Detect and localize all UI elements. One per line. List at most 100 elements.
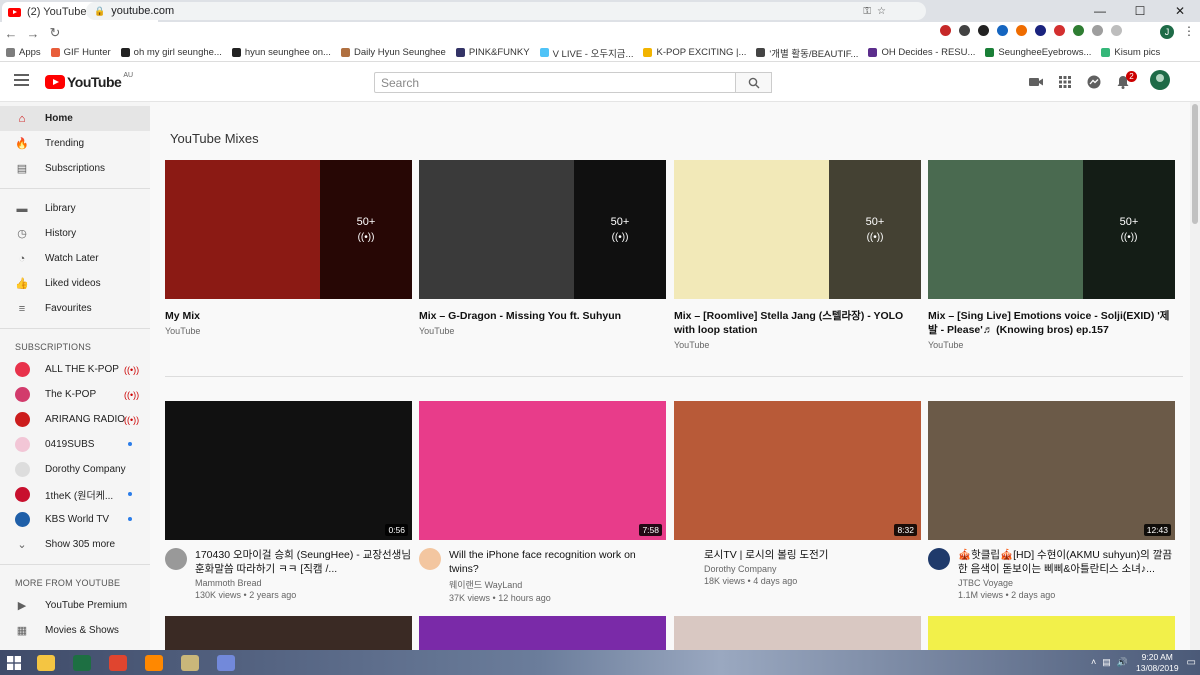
extension-icon[interactable] [1092,25,1103,36]
hamburger-menu-icon[interactable] [14,74,29,86]
video-card[interactable]: 8:32 로시TV | 로시의 볼링 도전기 Dorothy Company 18K … [674,401,921,586]
mix-card[interactable]: 50+ ((•)) My Mix YouTube [165,160,412,336]
video-channel[interactable]: Dorothy Company [704,564,921,574]
page-scrollbar[interactable] [1190,102,1200,650]
mix-title[interactable]: Mix – G-Dragon - Missing You ft. Suhyun [419,309,666,323]
show-more-button[interactable]: ⌄ Show 305 more [0,532,150,557]
notifications-center-icon[interactable]: ▭ [1187,657,1196,668]
video-title[interactable]: Will the iPhone face recognition work on… [449,548,666,576]
extension-icon[interactable] [1016,25,1027,36]
channel-avatar[interactable] [165,548,187,570]
subscription-channel[interactable]: ALL THE K-POP ((•)) [0,357,150,382]
search-input[interactable] [374,72,736,93]
address-bar[interactable]: 🔒 youtube.com ⚿ ☆ [86,2,926,20]
extension-icon[interactable] [997,25,1008,36]
mix-title[interactable]: Mix – [Roomlive] Stella Jang (스텔라장) - YO… [674,309,921,337]
sidebar-item-library[interactable]: ▬ Library [0,196,150,221]
taskbar-app[interactable] [208,650,244,675]
video-channel[interactable]: JTBC Voyage [958,578,1175,588]
video-thumbnail[interactable] [928,616,1175,650]
mix-card[interactable]: 50+ ((•)) Mix – G-Dragon - Missing You ft.… [419,160,666,336]
video-title[interactable]: 로시TV | 로시의 볼링 도전기 [704,548,921,562]
subscription-channel[interactable]: The K-POP ((•)) [0,382,150,407]
channel-avatar[interactable] [928,548,950,570]
video-channel[interactable]: 웨이랜드 WayLand [449,578,666,591]
subscription-channel[interactable]: 0419SUBS [0,432,150,457]
extension-icon[interactable] [959,25,970,36]
subscription-channel[interactable]: ARIRANG RADIO ((•)) [0,407,150,432]
video-thumbnail[interactable] [674,616,921,650]
lock-icon[interactable]: 🔒 [94,6,105,17]
reload-icon[interactable]: ↻ [48,25,62,41]
channel-avatar[interactable] [419,548,441,570]
subscription-channel[interactable]: KBS World TV [0,507,150,532]
sidebar-item-gaming[interactable]: ✦Gaming [0,643,150,650]
taskbar-app[interactable] [100,650,136,675]
video-channel[interactable]: Mammoth Bread [195,578,412,588]
mix-title[interactable]: My Mix [165,309,412,323]
mix-thumbnail[interactable]: 50+ ((•)) [165,160,412,299]
video-title[interactable]: 170430 오마이걸 승희 (SeungHee) - 교장선생님 훈화말씀 따… [195,548,412,576]
apps-grid-icon[interactable] [1057,74,1073,90]
subscription-channel[interactable]: 1theK (원더케... [0,482,150,507]
mix-title[interactable]: Mix – [Sing Live] Emotions voice - Solji… [928,309,1175,337]
bookmark-item[interactable]: SeungheeEyebrows... [985,47,1091,58]
bookmark-item[interactable]: Apps [6,47,41,58]
mix-thumbnail[interactable]: 50+ ((•)) [419,160,666,299]
windows-start-button[interactable] [0,650,28,675]
sidebar-item-watch-later[interactable]: ◔ Watch Later [0,246,150,271]
create-video-icon[interactable] [1028,74,1044,90]
bookmark-item[interactable]: hyun seunghee on... [231,47,331,58]
video-thumbnail[interactable] [165,616,412,650]
account-avatar[interactable] [1150,70,1170,90]
scrollbar-thumb[interactable] [1192,104,1198,224]
video-thumbnail[interactable] [419,616,666,650]
mix-thumbnail[interactable]: 50+ ((•)) [928,160,1175,299]
network-icon[interactable]: ▤ [1102,657,1111,668]
sidebar-item-movies-shows[interactable]: ▦ Movies & Shows [0,618,150,643]
sidebar-item-youtube-premium[interactable]: ▶ YouTube Premium [0,593,150,618]
video-thumbnail[interactable]: 7:58 [419,401,666,540]
bookmark-star-icon[interactable]: ☆ [877,6,886,17]
sidebar-item-favourites[interactable]: ≡ Favourites [0,296,150,321]
video-card[interactable]: 0:56 170430 오마이걸 승희 (SeungHee) - 교장선생님 훈화… [165,401,412,600]
subscription-channel[interactable]: Dorothy Company [0,457,150,482]
video-thumbnail[interactable]: 12:43 [928,401,1175,540]
volume-icon[interactable]: 🔊 [1117,657,1128,668]
video-card[interactable]: 12:43 🎪핫클립🎪[HD] 수현이(AKMU suhyun)의 깔끔한 음색이… [928,401,1175,600]
bookmark-item[interactable]: PINK&FUNKY [455,47,530,58]
extension-icon[interactable] [1073,25,1084,36]
bookmark-item[interactable]: Kisum pics [1101,47,1160,58]
sidebar-item-subscriptions[interactable]: ▤ Subscriptions [0,156,150,181]
bookmark-item[interactable]: GIF Hunter [50,47,111,58]
back-icon[interactable]: ← [4,26,18,41]
channel-avatar[interactable] [674,548,696,570]
video-title[interactable]: 🎪핫클립🎪[HD] 수현이(AKMU suhyun)의 깔끔한 음색이 돋보이는… [958,548,1175,576]
forward-icon[interactable]: → [26,26,40,41]
youtube-logo[interactable]: YouTube AU [45,72,133,90]
key-icon[interactable]: ⚿ [863,6,871,17]
bookmark-item[interactable]: '개별 활동/BEAUTIF... [756,46,858,60]
search-button[interactable] [736,72,772,93]
mix-card[interactable]: 50+ ((•)) Mix – [Roomlive] Stella Jang (스텔… [674,160,921,350]
taskbar-app[interactable] [64,650,100,675]
bookmark-item[interactable]: oh my girl seunghe... [120,47,222,58]
mix-thumbnail[interactable]: 50+ ((•)) [674,160,921,299]
video-thumbnail[interactable]: 0:56 [165,401,412,540]
messages-icon[interactable] [1086,74,1102,90]
browser-profile-avatar[interactable]: J [1160,25,1174,39]
system-clock[interactable]: 9:20 AM 13/08/2019 [1136,652,1179,674]
extension-icon[interactable] [1035,25,1046,36]
bookmark-item[interactable]: V LIVE - 오두지금... [539,46,633,60]
close-window-button[interactable]: ✕ [1160,0,1200,22]
browser-menu-icon[interactable]: ⋮ [1183,24,1195,38]
taskbar-app[interactable] [28,650,64,675]
video-card[interactable]: 7:58 Will the iPhone face recognition wor… [419,401,666,603]
taskbar-app[interactable] [136,650,172,675]
sidebar-item-home[interactable]: ⌂ Home [0,106,150,131]
sidebar-item-trending[interactable]: 🔥 Trending [0,131,150,156]
tray-expand-icon[interactable]: ˄ [1091,657,1096,668]
minimize-button[interactable]: — [1080,0,1120,22]
taskbar-app[interactable] [172,650,208,675]
bookmark-item[interactable]: K-POP EXCITING |... [643,47,746,58]
